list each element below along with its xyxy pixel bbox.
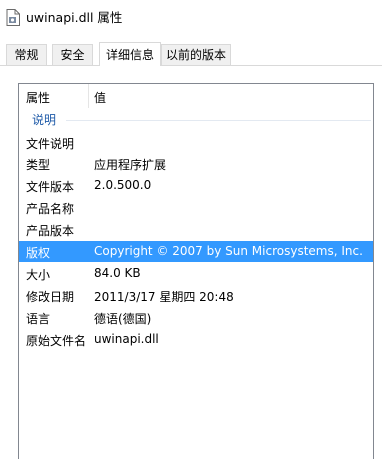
property-value: 2.0.500.0 (94, 178, 152, 192)
property-value: Copyright © 2007 by Sun Microsystems, In… (94, 244, 363, 258)
property-name: 大小 (26, 268, 51, 282)
table-row[interactable]: 产品版本 (19, 219, 373, 240)
dll-file-icon (6, 9, 20, 26)
table-row[interactable]: 文件版本 2.0.500.0 (19, 175, 373, 196)
property-value: uwinapi.dll (94, 332, 159, 346)
table-row[interactable]: 类型 应用程序扩展 (19, 153, 373, 174)
property-name: 产品版本 (26, 224, 75, 238)
property-name: 产品名称 (26, 202, 75, 216)
tab-general[interactable]: 常规 (6, 44, 47, 65)
properties-list[interactable]: 属性 值 说明 文件说明 类型 应用程序扩展 文件版本 2.0.500.0 产品… (18, 83, 374, 459)
table-row-selected[interactable]: 版权 Copyright © 2007 by Sun Microsystems,… (19, 241, 373, 262)
tab-details[interactable]: 详细信息 (99, 42, 161, 66)
table-row[interactable]: 语言 德语(德国) (19, 307, 373, 328)
group-description: 说明 (19, 110, 373, 128)
title-bar: uwinapi.dll 属性 (0, 0, 382, 36)
group-label: 说明 (32, 113, 57, 127)
table-row[interactable]: 原始文件名 uwinapi.dll (19, 329, 373, 350)
property-name: 语言 (26, 312, 51, 326)
tab-previous-versions[interactable]: 以前的版本 (161, 44, 231, 65)
table-row[interactable]: 文件说明 (19, 132, 373, 153)
table-row[interactable]: 产品名称 (19, 197, 373, 218)
property-value: 德语(德国) (94, 312, 152, 326)
property-name: 原始文件名 (26, 334, 87, 348)
tab-security[interactable]: 安全 (52, 44, 93, 65)
property-name: 版权 (26, 246, 51, 260)
column-divider[interactable] (88, 84, 89, 108)
property-name: 类型 (26, 158, 51, 172)
table-row[interactable]: 修改日期 2011/3/17 星期四 20:48 (19, 285, 373, 306)
property-value: 84.0 KB (94, 266, 141, 280)
property-name: 文件说明 (26, 137, 75, 151)
column-header-property[interactable]: 属性 (26, 89, 50, 106)
table-row[interactable]: 大小 84.0 KB (19, 263, 373, 284)
column-header-value[interactable]: 值 (94, 89, 106, 106)
property-name: 修改日期 (26, 290, 75, 304)
group-divider (66, 120, 371, 121)
property-value: 2011/3/17 星期四 20:48 (94, 290, 234, 304)
property-name: 文件版本 (26, 180, 75, 194)
list-header: 属性 值 (19, 84, 373, 108)
tab-strip: 常规 安全 详细信息 以前的版本 (0, 42, 382, 66)
window-title: uwinapi.dll 属性 (26, 10, 123, 25)
property-value: 应用程序扩展 (94, 158, 167, 172)
